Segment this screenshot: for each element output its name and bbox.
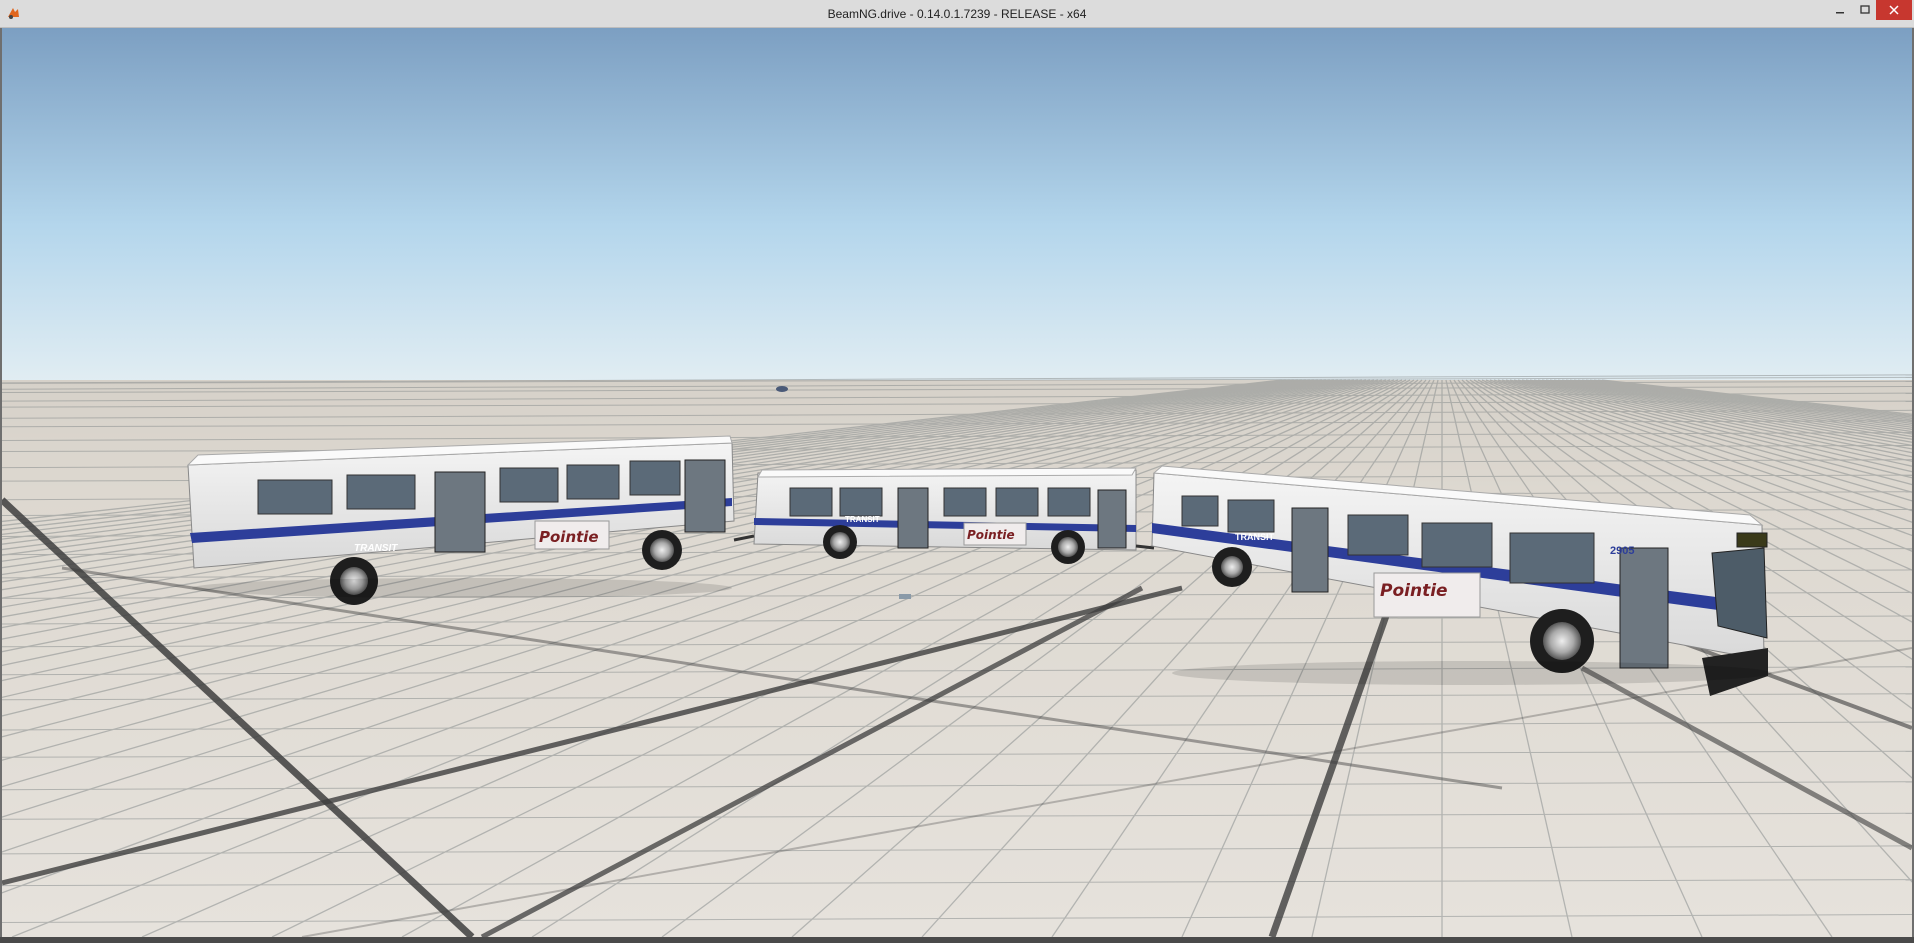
minimize-button[interactable] bbox=[1826, 0, 1854, 20]
bus-rear-side-text: TRANSIT bbox=[354, 543, 398, 554]
game-viewport[interactable]: Pointie TRANSIT Pointie TRANSIT 2905 Poi… bbox=[2, 28, 1912, 937]
title-bar[interactable]: BeamNG.drive - 0.14.0.1.7239 - RELEASE -… bbox=[0, 0, 1914, 28]
window-title: BeamNG.drive - 0.14.0.1.7239 - RELEASE -… bbox=[827, 7, 1087, 21]
maximize-icon bbox=[1860, 5, 1870, 14]
bus-rear-ad: Pointie bbox=[539, 528, 599, 546]
sky bbox=[2, 28, 1912, 388]
bus-middle-ad: Pointie bbox=[967, 528, 1015, 542]
ground-debris bbox=[899, 594, 911, 599]
close-button[interactable] bbox=[1876, 0, 1912, 20]
game-window: BeamNG.drive - 0.14.0.1.7239 - RELEASE -… bbox=[0, 0, 1914, 943]
window-bottom-border bbox=[0, 937, 1914, 943]
maximize-button[interactable] bbox=[1851, 0, 1879, 20]
scene-render: Pointie TRANSIT Pointie TRANSIT 2905 Poi… bbox=[2, 28, 1912, 937]
bus-lead-ad: Pointie bbox=[1380, 581, 1448, 601]
minimize-icon bbox=[1836, 12, 1844, 14]
bus-lead-side-text: TRANSIT bbox=[1235, 532, 1274, 542]
close-icon bbox=[1889, 5, 1899, 15]
bus-lead-fleet-number: 2905 bbox=[1610, 545, 1634, 557]
distant-vehicle bbox=[776, 386, 788, 392]
bus-middle-side-text: TRANSIT bbox=[845, 515, 880, 524]
